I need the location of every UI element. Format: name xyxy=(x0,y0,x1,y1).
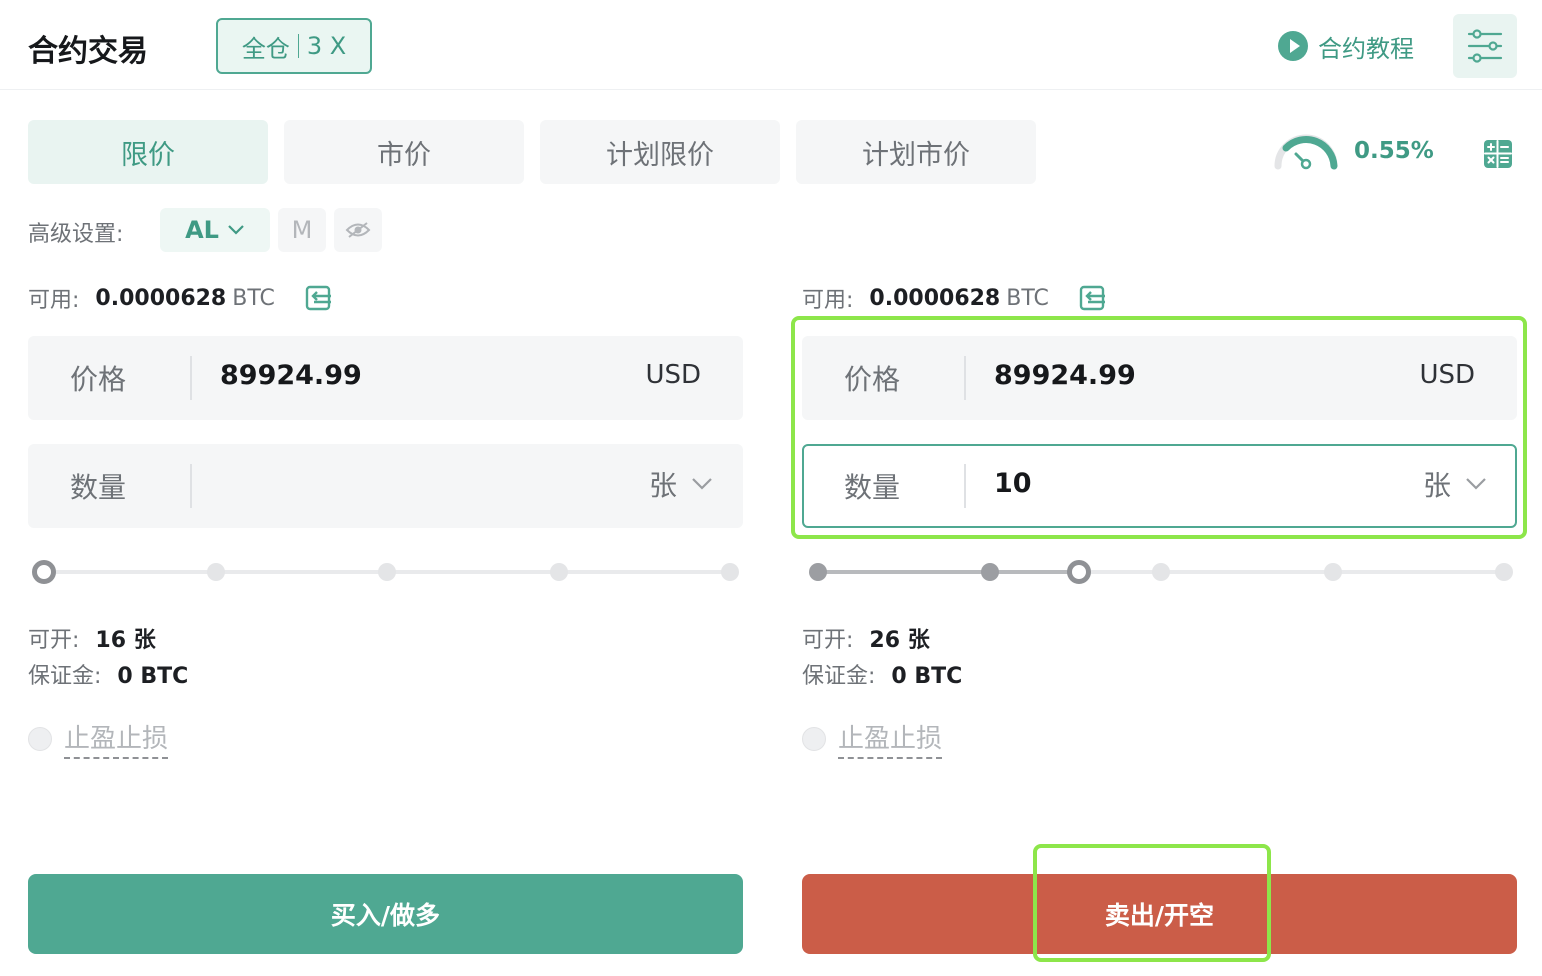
margin-value: 0 BTC xyxy=(891,664,963,689)
available-balance: 可用: 0.0000628 BTC xyxy=(28,282,333,314)
calculator-icon[interactable] xyxy=(1484,140,1512,168)
header: 合约交易 全仓 3 X 合约教程 xyxy=(0,0,1542,90)
slider-knob[interactable] xyxy=(1066,560,1091,584)
field-divider xyxy=(964,464,966,508)
settings-button[interactable] xyxy=(1453,14,1517,78)
margin-label: 保证金: xyxy=(802,664,876,689)
unit-dropdown[interactable]: 张 xyxy=(649,464,713,504)
hide-toggle[interactable] xyxy=(334,208,382,252)
chevron-down-icon xyxy=(692,478,712,490)
slider-stop[interactable] xyxy=(206,563,225,581)
openable-value: 26 张 xyxy=(869,628,930,653)
al-dropdown[interactable]: AL xyxy=(160,208,270,252)
price-input[interactable] xyxy=(220,360,600,391)
margin-stat: 保证金: 0 BTC xyxy=(802,658,962,690)
slider-stop[interactable] xyxy=(1323,563,1342,581)
al-label: AL xyxy=(185,216,219,244)
tpsl-toggle[interactable]: 止盈止损 xyxy=(802,718,943,759)
tpsl-radio[interactable] xyxy=(28,726,52,751)
price-unit: USD xyxy=(1419,360,1475,390)
fee-rate: 0.55% xyxy=(1354,138,1434,164)
buy-amount-slider[interactable] xyxy=(32,560,742,584)
field-divider xyxy=(190,356,192,400)
tab-limit[interactable]: 限价 xyxy=(28,120,268,184)
sell-panel: 可用: 0.0000628 BTC 价格 USD 数量 张 可开: 26 张 保证… xyxy=(802,270,1518,970)
available-amount: 0.0000628 xyxy=(95,285,227,311)
order-type-tabs: 限价 市价 计划限价 计划市价 xyxy=(28,120,1036,184)
page-title: 合约交易 xyxy=(28,34,148,69)
margin-leverage-button[interactable]: 全仓 3 X xyxy=(216,18,372,74)
openable-stat: 可开: 16 张 xyxy=(28,622,156,654)
quantity-label: 数量 xyxy=(844,471,901,504)
m-toggle[interactable]: M xyxy=(278,208,326,252)
tab-plan-market[interactable]: 计划市价 xyxy=(796,120,1036,184)
badge-divider xyxy=(297,34,299,58)
tutorial-label: 合约教程 xyxy=(1318,34,1414,63)
slider-knob[interactable] xyxy=(32,560,56,584)
slider-stop[interactable] xyxy=(809,563,827,581)
quantity-input[interactable] xyxy=(220,468,600,499)
available-label: 可用: xyxy=(28,288,80,313)
field-divider xyxy=(190,464,192,508)
margin-stat: 保证金: 0 BTC xyxy=(28,658,188,690)
transfer-icon[interactable] xyxy=(1079,284,1107,312)
quantity-label: 数量 xyxy=(70,471,127,504)
tab-plan-limit[interactable]: 计划限价 xyxy=(540,120,780,184)
tpsl-toggle[interactable]: 止盈止损 xyxy=(28,718,169,759)
sell-short-button[interactable]: 卖出/开空 xyxy=(802,874,1517,954)
available-label: 可用: xyxy=(802,288,854,313)
slider-stop[interactable] xyxy=(549,563,568,581)
quantity-field[interactable]: 数量 张 xyxy=(28,444,743,528)
quantity-unit: 张 xyxy=(648,469,677,502)
quantity-unit: 张 xyxy=(1422,469,1451,502)
quantity-input[interactable] xyxy=(994,468,1374,499)
tpsl-label: 止盈止损 xyxy=(64,718,169,759)
price-label: 价格 xyxy=(844,363,901,396)
unit-dropdown[interactable]: 张 xyxy=(1423,464,1487,504)
openable-stat: 可开: 26 张 xyxy=(802,622,930,654)
openable-label: 可开: xyxy=(802,628,854,653)
available-amount: 0.0000628 xyxy=(869,285,1001,311)
price-input[interactable] xyxy=(994,360,1374,391)
buy-panel: 可用: 0.0000628 BTC 价格 USD 数量 张 可开: 16 张 保证… xyxy=(28,270,744,970)
play-icon xyxy=(1278,31,1308,61)
price-field[interactable]: 价格 USD xyxy=(28,336,743,420)
chevron-down-icon xyxy=(228,225,244,235)
available-unit: BTC xyxy=(232,285,275,311)
sliders-icon xyxy=(1467,29,1503,63)
eye-off-icon xyxy=(345,222,371,238)
tab-market[interactable]: 市价 xyxy=(284,120,524,184)
tutorial-link[interactable]: 合约教程 xyxy=(1278,28,1414,64)
buy-long-button[interactable]: 买入/做多 xyxy=(28,874,743,954)
slider-stop[interactable] xyxy=(1495,563,1513,581)
leverage-label: 3 X xyxy=(306,32,347,60)
margin-label: 保证金: xyxy=(28,664,102,689)
field-divider xyxy=(964,356,966,400)
price-label: 价格 xyxy=(70,363,127,396)
chevron-down-icon xyxy=(1466,478,1486,490)
advanced-settings-label: 高级设置: xyxy=(28,222,124,247)
slider-stop[interactable] xyxy=(1152,563,1170,581)
tpsl-radio[interactable] xyxy=(802,726,826,751)
slider-stop[interactable] xyxy=(378,563,396,581)
slider-stop[interactable] xyxy=(980,563,999,581)
tpsl-label: 止盈止损 xyxy=(838,718,943,759)
openable-value: 16 张 xyxy=(95,628,156,653)
sell-amount-slider[interactable] xyxy=(806,560,1516,584)
price-field[interactable]: 价格 USD xyxy=(802,336,1517,420)
slider-fill xyxy=(818,570,1079,574)
margin-value: 0 BTC xyxy=(117,664,189,689)
openable-label: 可开: xyxy=(28,628,80,653)
margin-mode-label: 全仓 xyxy=(241,34,290,63)
transfer-icon[interactable] xyxy=(305,284,333,312)
slider-stop[interactable] xyxy=(721,563,739,581)
available-balance: 可用: 0.0000628 BTC xyxy=(802,282,1107,314)
available-unit: BTC xyxy=(1006,285,1049,311)
quantity-field[interactable]: 数量 张 xyxy=(802,444,1517,528)
price-unit: USD xyxy=(645,360,701,390)
gauge-icon xyxy=(1274,134,1338,170)
